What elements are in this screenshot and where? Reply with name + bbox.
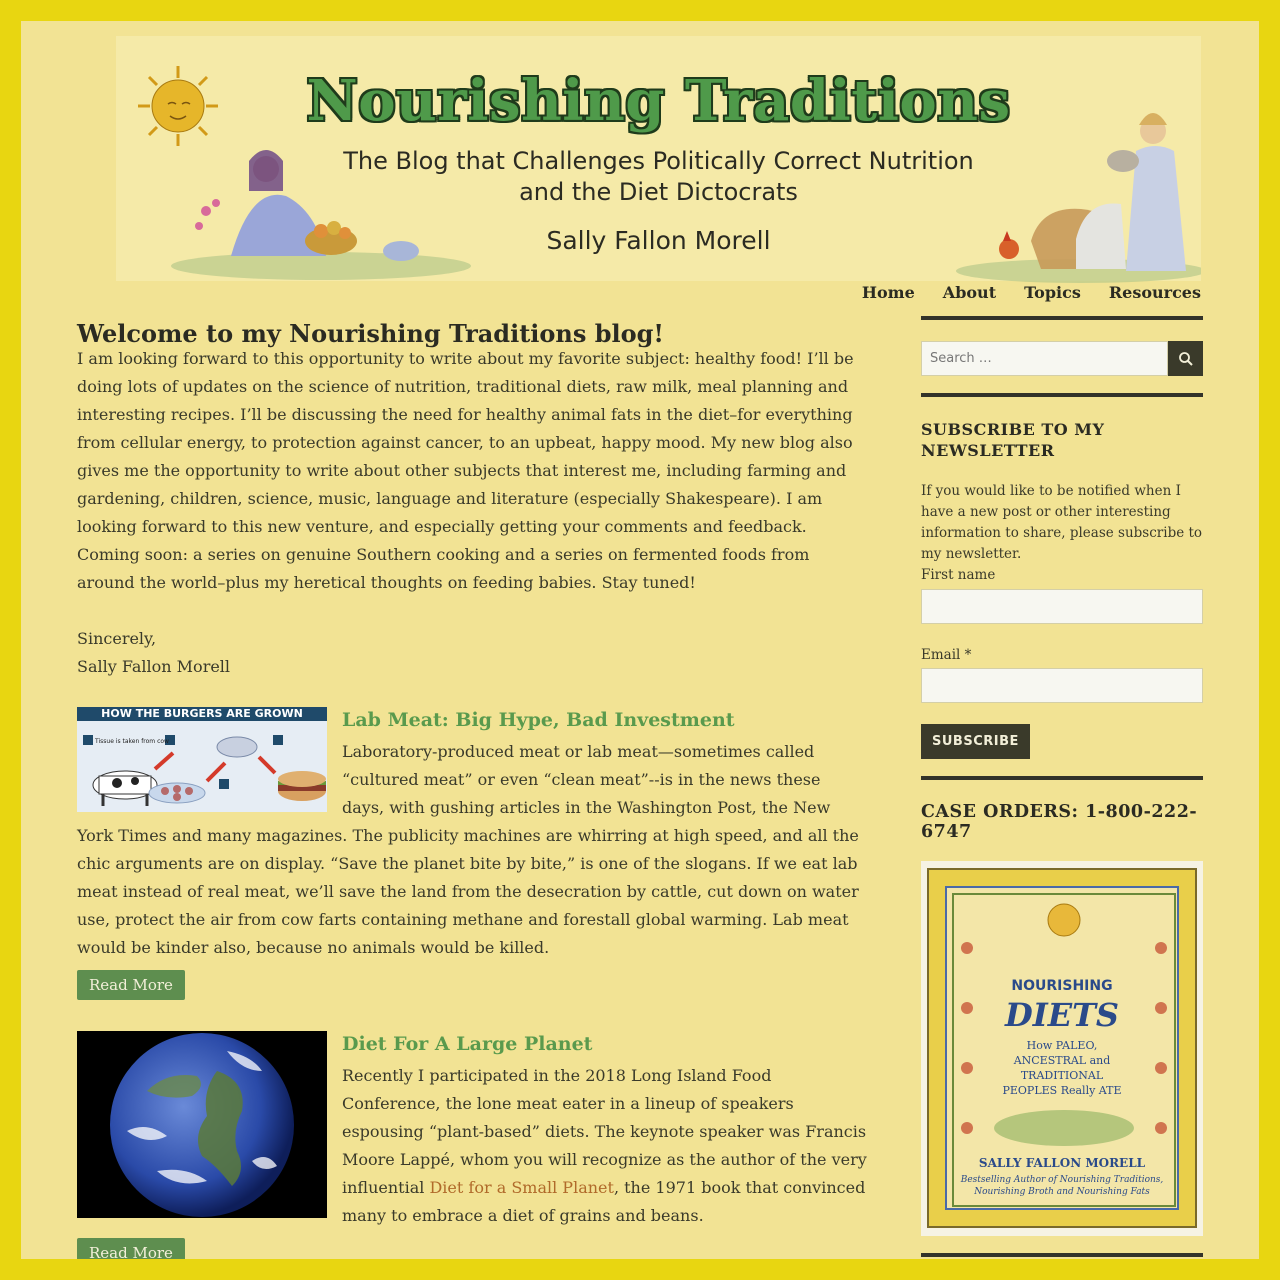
post-thumbnail-burgers[interactable]: HOW THE BURGERS ARE GROWN Tissue is take… — [77, 707, 327, 812]
thumb-header: HOW THE BURGERS ARE GROWN — [77, 707, 327, 721]
welcome-paragraph: I am looking forward to this opportunity… — [77, 349, 854, 592]
site-author: Sally Fallon Morell — [546, 226, 771, 255]
read-more-row: Read More — [77, 970, 867, 1000]
sidebar: Search … SUBSCRIBE TO MY NEWSLETTER If y… — [921, 316, 1203, 1259]
page: Nourishing Traditions The Blog that Chal… — [21, 21, 1259, 1259]
book-subtitle-line1: How PALEO, — [1026, 1039, 1098, 1052]
main-content: Welcome to my Nourishing Traditions blog… — [77, 319, 867, 1259]
search-input[interactable]: Search … — [921, 341, 1168, 376]
nav-home[interactable]: Home — [862, 283, 915, 302]
book-subtitle-line3: TRADITIONAL — [1020, 1069, 1104, 1082]
diet-for-a-small-planet-link[interactable]: Diet for a Small Planet — [429, 1178, 613, 1197]
search-icon — [1178, 351, 1193, 366]
divider — [921, 316, 1203, 320]
primary-nav: Home About Topics Resources — [862, 283, 1201, 302]
first-name-label: First name — [921, 567, 996, 583]
nav-topics[interactable]: Topics — [1024, 283, 1081, 302]
book-subtitle-line2: ANCESTRAL and — [1013, 1054, 1111, 1067]
welcome-heading: Welcome to my Nourishing Traditions blog… — [77, 319, 664, 348]
search-button[interactable] — [1168, 341, 1203, 376]
earth-globe-icon — [110, 1033, 294, 1217]
nav-about[interactable]: About — [943, 283, 996, 302]
welcome-signature: Sally Fallon Morell — [77, 657, 231, 676]
book-author: SALLY FALLON MORELL — [978, 1156, 1146, 1170]
read-more-button[interactable]: Read More — [77, 970, 185, 1000]
book-tagline-line1: Bestselling Author of Nourishing Traditi… — [960, 1175, 1164, 1185]
case-orders-heading: CASE ORDERS: 1-800-222-6747 — [921, 802, 1198, 842]
header-banner[interactable]: Nourishing Traditions The Blog that Chal… — [116, 36, 1201, 283]
read-more-row: Read More — [77, 1238, 867, 1259]
subscribe-button[interactable]: SUBSCRIBE — [921, 724, 1030, 759]
book-subtitle-line4: PEOPLES Really ATE — [1002, 1084, 1122, 1097]
burger-infographic-icon: Tissue is taken from cow — [77, 721, 327, 812]
thumb-step1: Tissue is taken from cow — [94, 738, 169, 745]
subscribe-row: SUBSCRIBE — [921, 724, 1203, 759]
post-lab-meat: HOW THE BURGERS ARE GROWN Tissue is take… — [77, 707, 867, 1000]
search-form: Search … — [921, 341, 1203, 376]
newsletter-title: SUBSCRIBE TO MY NEWSLETTER — [921, 420, 1105, 460]
nav-resources[interactable]: Resources — [1109, 283, 1201, 302]
post-title[interactable]: Lab Meat: Big Hype, Bad Investment — [342, 707, 867, 733]
welcome-sign-off: Sincerely, — [77, 629, 157, 648]
newsletter-intro: If you would like to be notified when I … — [921, 483, 1203, 562]
book-subtitle: How PALEO, ANCESTRAL and TRADITIONAL PEO… — [947, 1038, 1177, 1098]
site-tagline-line2: and the Diet Dictocrats — [519, 178, 798, 206]
book-title-line2: DIETS — [1004, 996, 1120, 1034]
divider — [921, 1253, 1203, 1257]
nourishing-diets-book-cover[interactable]: NOURISHING DIETS How PALEO, ANCESTRAL an… — [921, 861, 1203, 1236]
email-field[interactable] — [921, 668, 1203, 703]
first-name-field[interactable] — [921, 589, 1203, 624]
divider — [921, 393, 1203, 397]
email-label: Email * — [921, 647, 972, 663]
site-title: Nourishing Traditions — [306, 68, 1011, 134]
post-diet-large-planet: Diet For A Large Planet Recently I parti… — [77, 1031, 867, 1259]
book-tagline-line2: Nourishing Broth and Nourishing Fats — [974, 1187, 1150, 1197]
welcome-body: I am looking forward to this opportunity… — [77, 345, 867, 681]
site-tagline-line1: The Blog that Challenges Politically Cor… — [343, 147, 974, 175]
post-title[interactable]: Diet For A Large Planet — [342, 1031, 867, 1057]
read-more-button[interactable]: Read More — [77, 1238, 185, 1259]
divider — [921, 776, 1203, 780]
book-tagline: Bestselling Author of Nourishing Traditi… — [947, 1174, 1177, 1198]
post-thumbnail-earth[interactable] — [77, 1031, 327, 1218]
book-title-line1: NOURISHING — [1011, 978, 1113, 994]
